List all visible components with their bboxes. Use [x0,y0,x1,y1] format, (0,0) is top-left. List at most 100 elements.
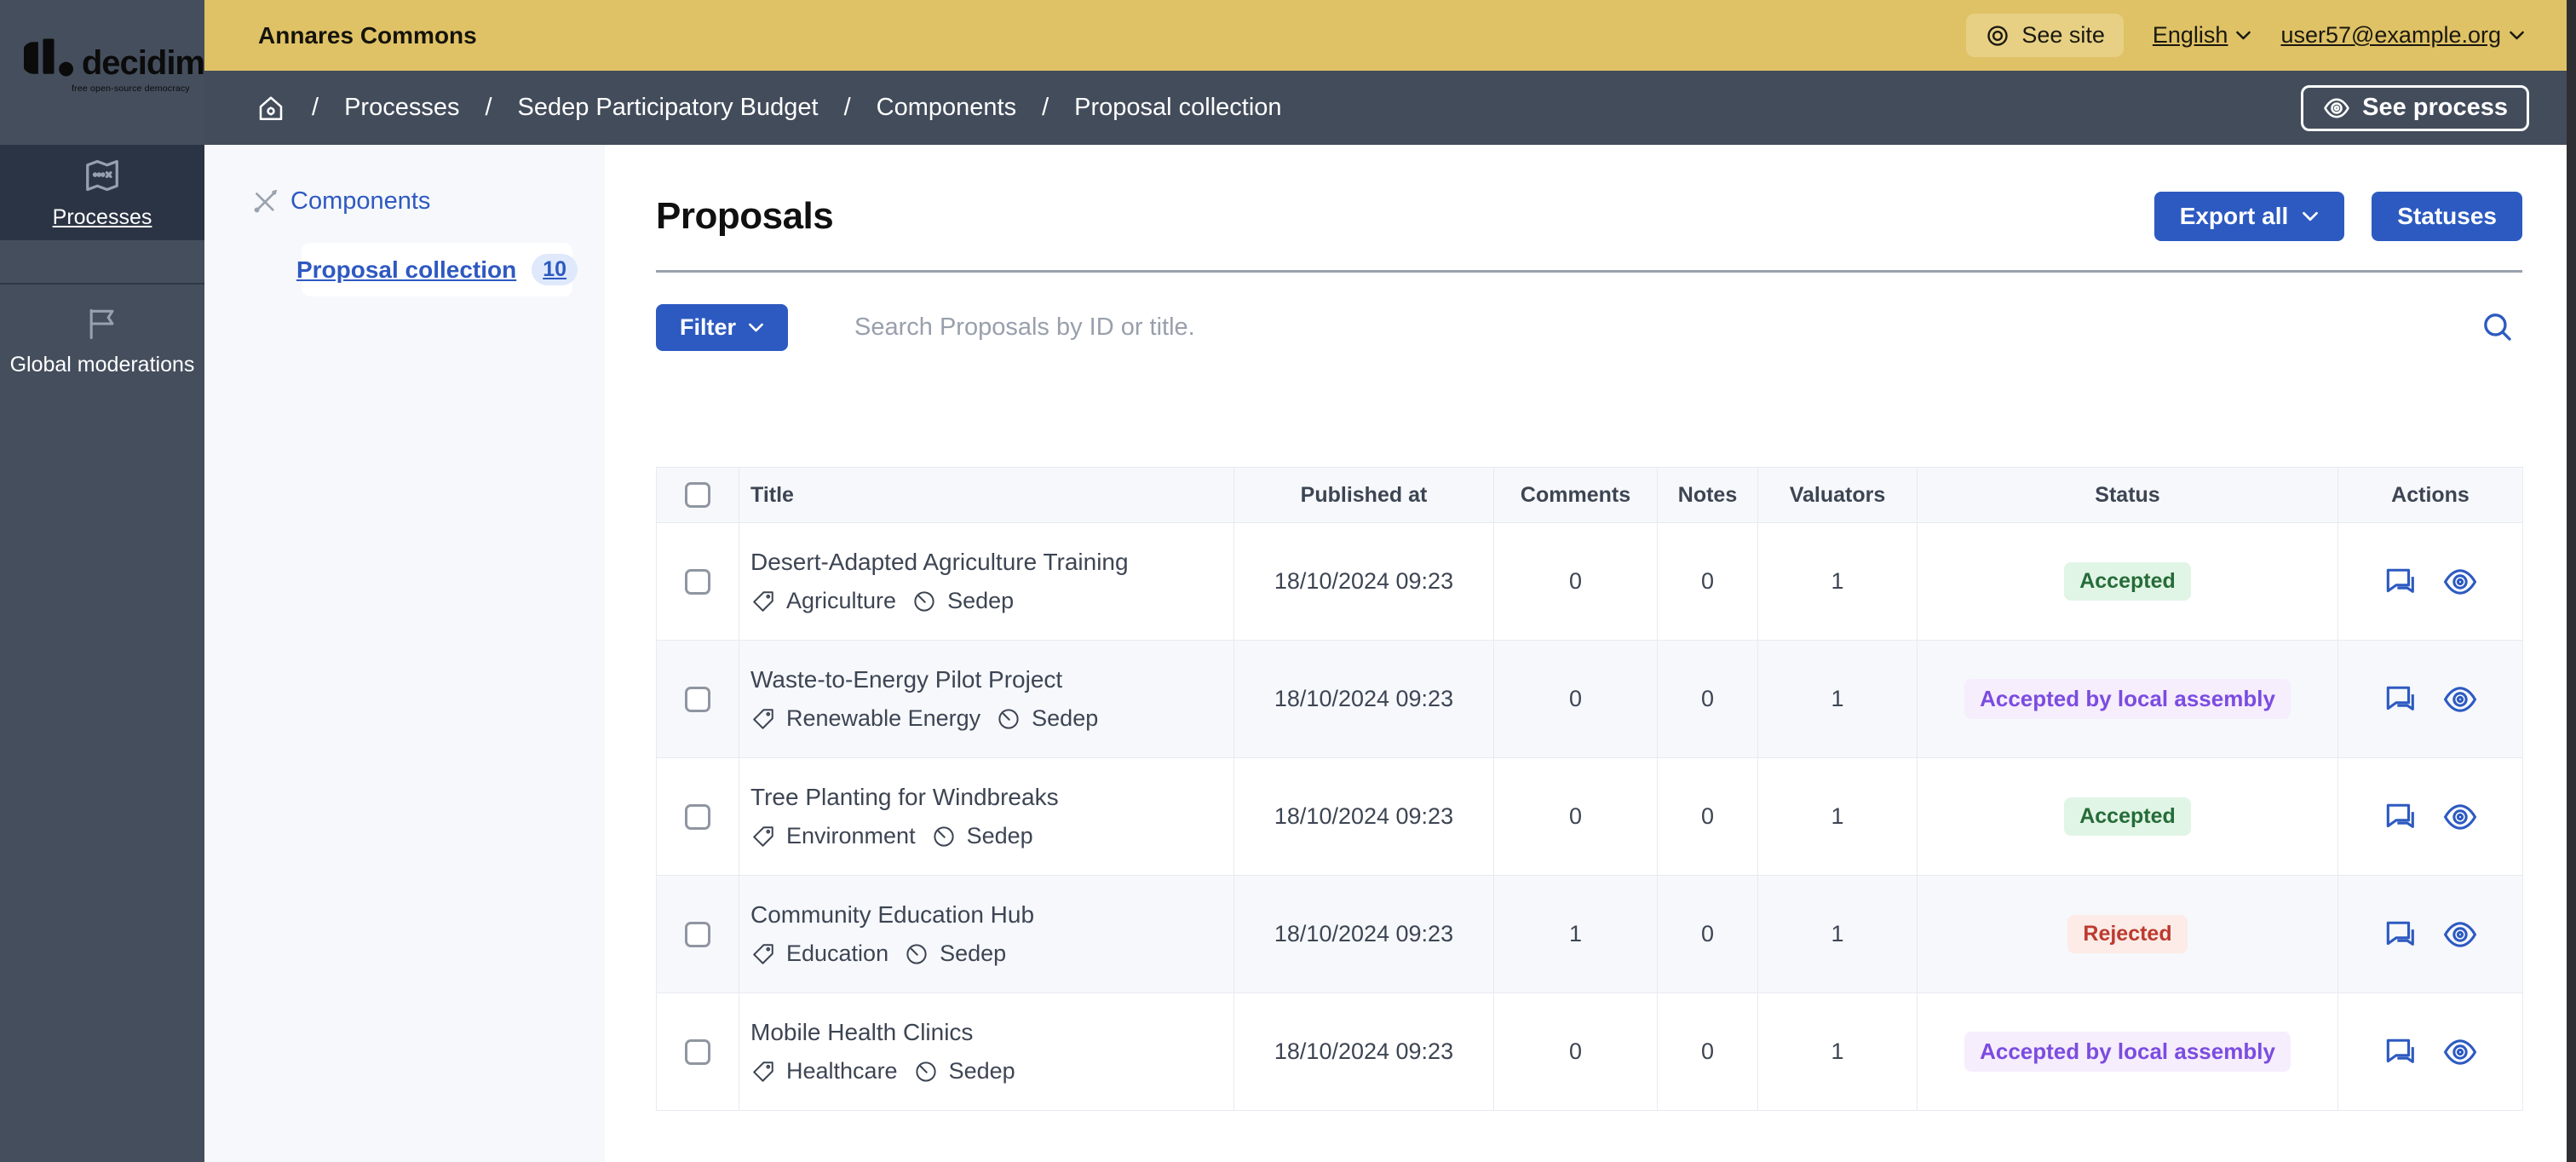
proposal-row: Community Education Hub Education Sedep 18/… [657,876,2523,993]
logo-brand-text: decidim [82,46,204,80]
export-all-button[interactable]: Export all [2154,192,2345,241]
preview-action-button[interactable] [2441,563,2479,601]
preview-action-button[interactable] [2441,916,2479,953]
component-item-proposal-collection[interactable]: Proposal collection 10 [302,243,572,296]
flag-icon [83,305,121,342]
page-title: Proposals [656,195,833,238]
title-divider [656,270,2522,273]
filter-button[interactable]: Filter [656,304,788,351]
notes-count-cell: 0 [1658,876,1758,993]
logo-tagline: free open-source democracy [72,83,204,94]
status-badge: Accepted [2064,797,2191,836]
proposals-tbody: Desert-Adapted Agriculture Training Agric… [657,523,2523,1111]
breadcrumb-item-proposal-collection[interactable]: Proposal collection [1074,94,1281,122]
row-checkbox[interactable] [685,922,710,947]
column-header-valuators: Valuators [1758,468,1918,523]
window-scrollbar[interactable] [2567,0,2576,1162]
row-checkbox[interactable] [685,804,710,830]
chevron-down-icon [2509,30,2525,41]
statuses-button[interactable]: Statuses [2372,192,2522,241]
preview-action-button[interactable] [2441,1033,2479,1071]
target-circle-icon [1985,23,2010,49]
select-all-checkbox[interactable] [685,482,710,508]
see-site-button[interactable]: See site [1966,14,2124,57]
breadcrumb-separator: / [312,94,319,122]
scope-label: Sedep [949,1058,1015,1084]
scope-label: Sedep [967,823,1033,849]
notes-count-cell: 0 [1658,758,1758,876]
scope-icon [931,824,957,849]
published-at-cell: 18/10/2024 09:23 [1234,876,1494,993]
scope-label: Sedep [947,588,1014,614]
category-label: Healthcare [786,1058,898,1084]
home-icon[interactable] [256,93,286,124]
published-at-cell: 18/10/2024 09:23 [1234,641,1494,758]
user-menu-dropdown[interactable]: user57@example.org [2280,22,2525,49]
valuators-count-cell: 1 [1758,876,1918,993]
answer-action-button[interactable] [2382,916,2419,953]
category-label: Agriculture [786,588,896,614]
row-checkbox[interactable] [685,687,710,712]
comments-count-cell: 0 [1494,993,1658,1111]
component-link-label[interactable]: Proposal collection [296,256,516,284]
decidim-logo-icon [24,36,75,80]
breadcrumb-item-processes[interactable]: Processes [344,94,459,122]
column-header-status: Status [1918,468,2338,523]
proposal-title-link[interactable]: Community Education Hub [750,901,1233,929]
proposal-title-link[interactable]: Waste-to-Energy Pilot Project [750,666,1233,693]
category-label: Education [786,941,888,967]
scope-icon [913,1059,939,1084]
proposal-meta: Environment Sedep [750,823,1233,849]
proposal-meta: Healthcare Sedep [750,1058,1233,1084]
main-content: Proposals Export all Statuses Filter [605,145,2567,1162]
proposal-title-link[interactable]: Mobile Health Clinics [750,1019,1233,1046]
notes-count-cell: 0 [1658,641,1758,758]
scope-label: Sedep [940,941,1006,967]
published-at-cell: 18/10/2024 09:23 [1234,993,1494,1111]
status-badge: Accepted [2064,562,2191,601]
valuators-count-cell: 1 [1758,758,1918,876]
sidebar-item-label: Global moderations [10,353,195,377]
organization-name: Annares Commons [258,22,477,49]
answer-action-button[interactable] [2382,563,2419,601]
answer-action-button[interactable] [2382,1033,2419,1071]
category-label: Environment [786,823,916,849]
answer-action-button[interactable] [2382,681,2419,718]
answer-action-button[interactable] [2382,798,2419,836]
status-badge: Rejected [2067,915,2187,953]
see-site-label: See site [2021,22,2105,49]
breadcrumb-item-process[interactable]: Sedep Participatory Budget [518,94,819,122]
components-panel-title[interactable]: Components [290,187,430,216]
row-checkbox[interactable] [685,1039,710,1065]
see-process-button[interactable]: See process [2301,85,2529,131]
scope-icon [996,706,1021,732]
proposal-meta: Education Sedep [750,941,1233,967]
breadcrumb-item-components[interactable]: Components [877,94,1016,122]
notes-count-cell: 0 [1658,993,1758,1111]
proposal-row: Desert-Adapted Agriculture Training Agric… [657,523,2523,641]
proposal-title-link[interactable]: Tree Planting for Windbreaks [750,784,1233,811]
tag-icon [750,589,776,614]
comments-count-cell: 1 [1494,876,1658,993]
chevron-down-icon [748,322,764,333]
proposal-meta: Agriculture Sedep [750,588,1233,614]
proposal-row: Waste-to-Energy Pilot Project Renewable E… [657,641,2523,758]
breadcrumb-separator: / [485,94,492,122]
sidebar-item-global-moderations[interactable]: Global moderations [0,285,204,397]
language-dropdown[interactable]: English [2153,22,2252,49]
search-icon[interactable] [2480,309,2516,345]
preview-action-button[interactable] [2441,798,2479,836]
table-header-row: Title Published at Comments Notes Valuat… [657,468,2523,523]
search-input[interactable] [854,314,2480,342]
sidebar-item-processes[interactable]: Processes [0,145,204,240]
valuators-count-cell: 1 [1758,641,1918,758]
proposal-title-link[interactable]: Desert-Adapted Agriculture Training [750,549,1233,576]
column-header-published-at: Published at [1234,468,1494,523]
breadcrumb: / Processes / Sedep Participatory Budget… [204,71,2576,145]
topbar: Annares Commons See site English user57@… [204,0,2576,71]
preview-action-button[interactable] [2441,681,2479,718]
proposal-meta: Renewable EnergySedep [750,705,1233,732]
row-checkbox[interactable] [685,569,710,595]
proposals-table: Title Published at Comments Notes Valuat… [656,467,2523,1111]
chevron-down-icon [2235,30,2251,41]
